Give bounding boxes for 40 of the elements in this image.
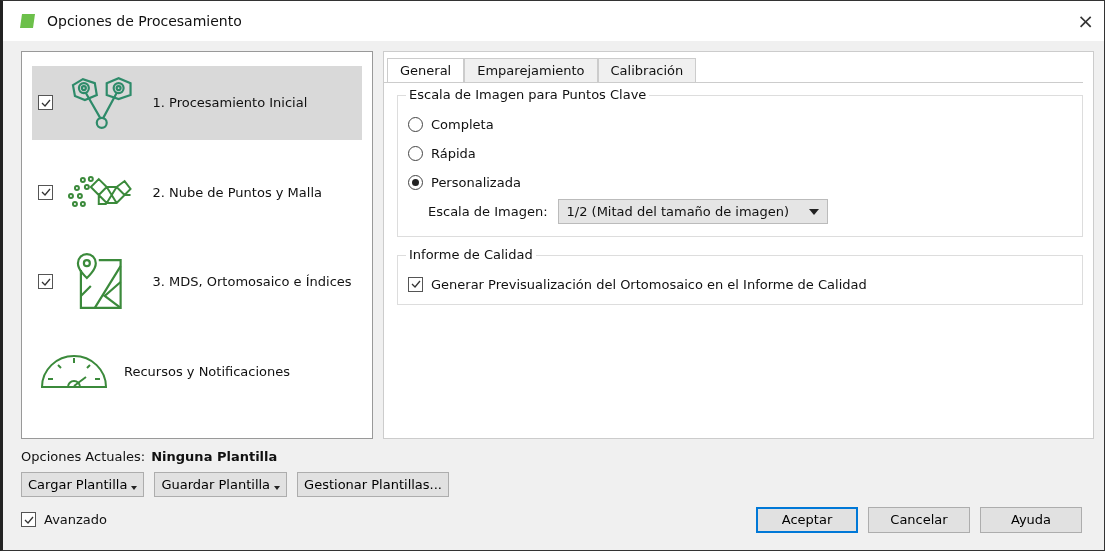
step-label: 1. Procesamiento Inicial [152,95,309,111]
step-label: Recursos y Notificaciones [124,363,292,379]
step-item[interactable]: 3. MDS, Ortomosaico e Índices [32,245,362,319]
radio-label: Personalizada [431,175,521,190]
dialog-button[interactable]: Ayuda [980,506,1082,533]
step-label: 3. MDS, Ortomosaico e Índices [152,274,353,290]
group-title: Escala de Imagen para Puntos Clave [406,87,650,102]
step-item[interactable]: 1. Procesamiento Inicial [32,66,362,140]
radio-label: Completa [431,117,494,132]
step-label: 2. Nube de Puntos y Malla [152,184,323,200]
checkbox[interactable] [38,184,53,200]
group-title: Informe de Calidad [406,247,536,262]
tab[interactable]: Emparejamiento [464,58,598,82]
dropdown-arrow-icon [809,208,820,215]
template-button[interactable]: Gestionar Plantillas... [297,472,449,497]
app-icon [19,12,37,30]
gauge-icon [38,353,110,390]
dialog-button[interactable]: Cancelar [868,506,970,533]
radio-label: Rápida [431,146,476,161]
checkbox-label: Avanzado [44,512,108,527]
close-button[interactable]: × [1077,9,1094,33]
checkbox[interactable] [38,95,53,111]
tab[interactable]: General [387,58,465,83]
dialog-button[interactable]: Aceptar [756,506,858,533]
tab[interactable]: Calibración [597,58,697,82]
current-options-value: Ninguna Plantilla [151,449,278,464]
checkbox-label: Generar Previsualización del Ortomosaico en el Informe de Calidad [431,276,867,292]
caret-icon [131,486,138,490]
caret-icon [274,486,281,490]
template-button[interactable]: Guardar Plantilla [154,472,288,497]
window-title: Opciones de Procesamiento [47,13,243,29]
checkbox[interactable] [38,274,53,290]
scale-label: Escala de Imagen: [428,204,548,219]
step-item[interactable]: Recursos y Notificaciones [32,334,362,408]
template-button[interactable]: Cargar Plantilla [21,472,145,497]
current-options-label: Opciones Actuales: [21,449,146,464]
scale-dropdown[interactable]: 1/2 (Mitad del tamaño de imagen) [557,199,829,224]
checkbox[interactable] [21,512,36,527]
step-item[interactable]: 2. Nube de Puntos y Malla [32,155,362,229]
checkbox[interactable] [408,276,423,292]
